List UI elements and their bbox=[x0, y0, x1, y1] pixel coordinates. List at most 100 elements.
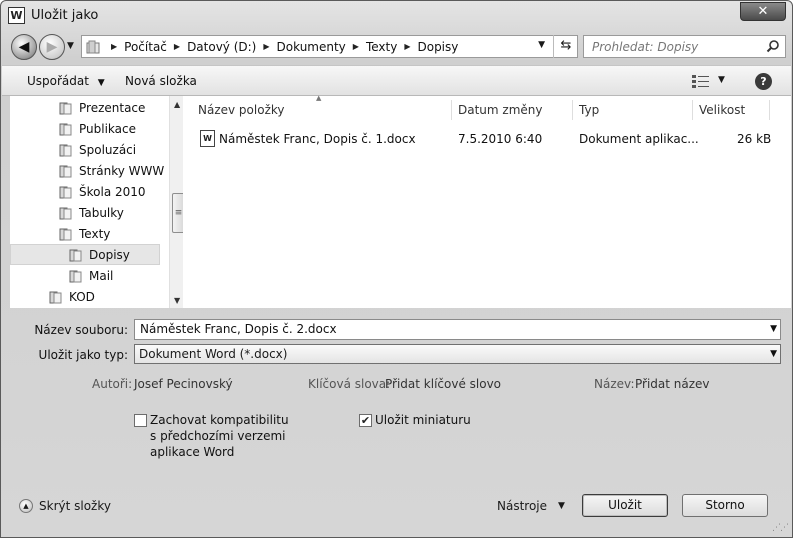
tree-item-tabulky[interactable]: Tabulky bbox=[58, 202, 124, 223]
chevron-down-icon: ▼ bbox=[770, 349, 777, 359]
thumbnail-checkbox-label[interactable]: Uložit miniaturu bbox=[375, 412, 471, 428]
tree-item-label: Tabulky bbox=[79, 205, 124, 220]
filename-label: Název souboru: bbox=[34, 323, 128, 337]
close-button[interactable]: ✕ bbox=[740, 2, 786, 21]
breadcrumb-separator-icon[interactable]: ▶ bbox=[174, 42, 180, 51]
hide-folders-button[interactable]: ▲ Skrýt složky bbox=[19, 499, 111, 513]
tree-item-label: Spoluzáci bbox=[79, 142, 137, 157]
scroll-up-icon[interactable]: ▲ bbox=[174, 100, 180, 109]
tree-item-label: Stránky WWW bbox=[79, 163, 165, 178]
tree-item-label: Texty bbox=[79, 226, 111, 241]
file-date: 7.5.2010 6:40 bbox=[458, 132, 543, 146]
column-divider[interactable] bbox=[572, 100, 573, 120]
column-header-name[interactable]: Název položky bbox=[198, 103, 284, 117]
thumbnail-checkbox[interactable]: ✔ bbox=[359, 414, 372, 427]
breadcrumb-documents[interactable]: Dokumenty bbox=[277, 40, 346, 54]
chevron-down-icon[interactable]: ▼ bbox=[558, 501, 565, 511]
folder-icon bbox=[86, 40, 100, 53]
checkmark-icon: ✔ bbox=[360, 414, 371, 427]
breadcrumb-separator-icon[interactable]: ▶ bbox=[404, 42, 410, 51]
column-header-size[interactable]: Velikost bbox=[699, 103, 745, 117]
folder-icon bbox=[59, 165, 72, 177]
tree-item-publikace[interactable]: Publikace bbox=[58, 118, 136, 139]
tree-item-texty[interactable]: Texty bbox=[58, 223, 110, 244]
title-bar[interactable]: W Uložit jako ✕ bbox=[1, 1, 792, 31]
tree-item-stranky-www[interactable]: Stránky WWW bbox=[58, 160, 164, 181]
title-meta-label: Název: bbox=[594, 377, 635, 391]
new-folder-button[interactable]: Nová složka bbox=[125, 74, 197, 88]
filetype-select[interactable]: Dokument Word (*.docx) ▼ bbox=[134, 344, 781, 364]
authors-value[interactable]: Josef Pecinovský bbox=[134, 377, 233, 391]
search-icon[interactable] bbox=[766, 39, 780, 53]
tools-menu[interactable]: Nástroje bbox=[497, 499, 547, 513]
tree-item-label: Škola 2010 bbox=[79, 184, 146, 199]
refresh-button[interactable]: ⇆ bbox=[553, 35, 578, 58]
breadcrumb-computer[interactable]: Počítač bbox=[124, 40, 167, 54]
view-options-dropdown[interactable]: ▼ bbox=[718, 75, 725, 85]
search-input[interactable]: Prohledat: Dopisy bbox=[583, 35, 786, 58]
help-icon[interactable]: ? bbox=[755, 73, 772, 90]
breadcrumb-letters[interactable]: Dopisy bbox=[417, 40, 458, 54]
tree-item-mail[interactable]: Mail bbox=[68, 265, 113, 286]
address-bar[interactable]: ▶ Počítač ▶ Datový (D:) ▶ Dokumenty ▶ Te… bbox=[81, 35, 578, 58]
filetype-value: Dokument Word (*.docx) bbox=[139, 347, 288, 361]
breadcrumb-separator-icon[interactable]: ▶ bbox=[111, 42, 117, 51]
tags-value[interactable]: Přidat klíčové slovo bbox=[385, 377, 501, 391]
word-doc-icon: W bbox=[200, 130, 215, 147]
cancel-button[interactable]: Storno bbox=[682, 494, 768, 517]
filename-value: Náměstek Franc, Dopis č. 2.docx bbox=[140, 322, 337, 336]
tree-item-label: Dopisy bbox=[89, 247, 130, 262]
compat-checkbox[interactable] bbox=[134, 414, 147, 427]
folder-icon bbox=[59, 123, 72, 135]
resize-grip-icon[interactable]: ⋰⋰ bbox=[772, 523, 789, 533]
column-header-type[interactable]: Typ bbox=[579, 103, 599, 117]
organize-label: Uspořádat bbox=[27, 74, 89, 88]
tree-item-prezentace[interactable]: Prezentace bbox=[58, 97, 145, 118]
recent-pages-dropdown[interactable]: ▼ bbox=[67, 41, 74, 51]
file-size: 26 kB bbox=[737, 132, 772, 146]
hide-folders-label: Skrýt složky bbox=[39, 499, 111, 513]
tree-item-kod[interactable]: KOD bbox=[48, 286, 95, 307]
window-title: Uložit jako bbox=[31, 8, 99, 23]
file-type: Dokument aplikac... bbox=[579, 132, 699, 146]
filename-field[interactable]: Náměstek Franc, Dopis č. 2.docx ▼ bbox=[134, 319, 781, 340]
search-placeholder: Prohledat: Dopisy bbox=[592, 40, 699, 54]
back-button[interactable]: ◀ bbox=[11, 34, 37, 60]
tree-item-spoluzaci[interactable]: Spoluzáci bbox=[58, 139, 136, 160]
folder-icon bbox=[59, 144, 72, 156]
column-header-date[interactable]: Datum změny bbox=[458, 103, 543, 117]
breadcrumb-texts[interactable]: Texty bbox=[366, 40, 397, 54]
authors-label: Autoři: bbox=[92, 377, 133, 391]
command-toolbar: Uspořádat ▼ Nová složka ▼ ? bbox=[2, 65, 791, 96]
forward-arrow-icon: ▶ bbox=[46, 39, 58, 55]
tree-item-dopisy[interactable]: Dopisy bbox=[10, 244, 160, 265]
tree-item-skola-2010[interactable]: Škola 2010 bbox=[58, 181, 146, 202]
column-divider[interactable] bbox=[769, 100, 770, 120]
organize-menu[interactable]: Uspořádat ▼ bbox=[27, 74, 105, 88]
tree-item-label: Mail bbox=[89, 268, 114, 283]
folder-open-icon bbox=[59, 228, 72, 240]
sort-ascending-icon: ▲ bbox=[316, 94, 322, 102]
scroll-down-icon[interactable]: ▼ bbox=[174, 296, 180, 305]
change-view-icon[interactable] bbox=[692, 74, 710, 88]
folder-icon bbox=[59, 102, 72, 114]
forward-button[interactable]: ▶ bbox=[39, 34, 65, 60]
breadcrumb-drive[interactable]: Datový (D:) bbox=[187, 40, 256, 54]
address-dropdown-icon[interactable]: ▼ bbox=[538, 40, 545, 50]
column-divider[interactable] bbox=[451, 100, 452, 120]
save-button[interactable]: Uložit bbox=[582, 494, 668, 517]
chevron-down-icon[interactable]: ▼ bbox=[770, 324, 777, 334]
column-divider[interactable] bbox=[692, 100, 693, 120]
filetype-label: Uložit jako typ: bbox=[38, 348, 128, 362]
folder-icon bbox=[49, 291, 62, 303]
folder-tree-pane: Prezentace Publikace Spoluzáci Stránky W… bbox=[10, 96, 186, 308]
title-meta-value[interactable]: Přidat název bbox=[635, 377, 710, 391]
tree-item-label: Publikace bbox=[79, 121, 136, 136]
compat-checkbox-label[interactable]: Zachovat kompatibilitu s předchozími ver… bbox=[150, 412, 290, 460]
file-list: ▲ Název položky Datum změny Typ Velikost… bbox=[183, 94, 791, 308]
tree-item-label: Prezentace bbox=[79, 100, 146, 115]
breadcrumb-separator-icon[interactable]: ▶ bbox=[353, 42, 359, 51]
word-app-icon: W bbox=[8, 7, 25, 24]
breadcrumb-separator-icon[interactable]: ▶ bbox=[263, 42, 269, 51]
file-row[interactable]: W Náměstek Franc, Dopis č. 1.docx 7.5.20… bbox=[193, 129, 778, 149]
